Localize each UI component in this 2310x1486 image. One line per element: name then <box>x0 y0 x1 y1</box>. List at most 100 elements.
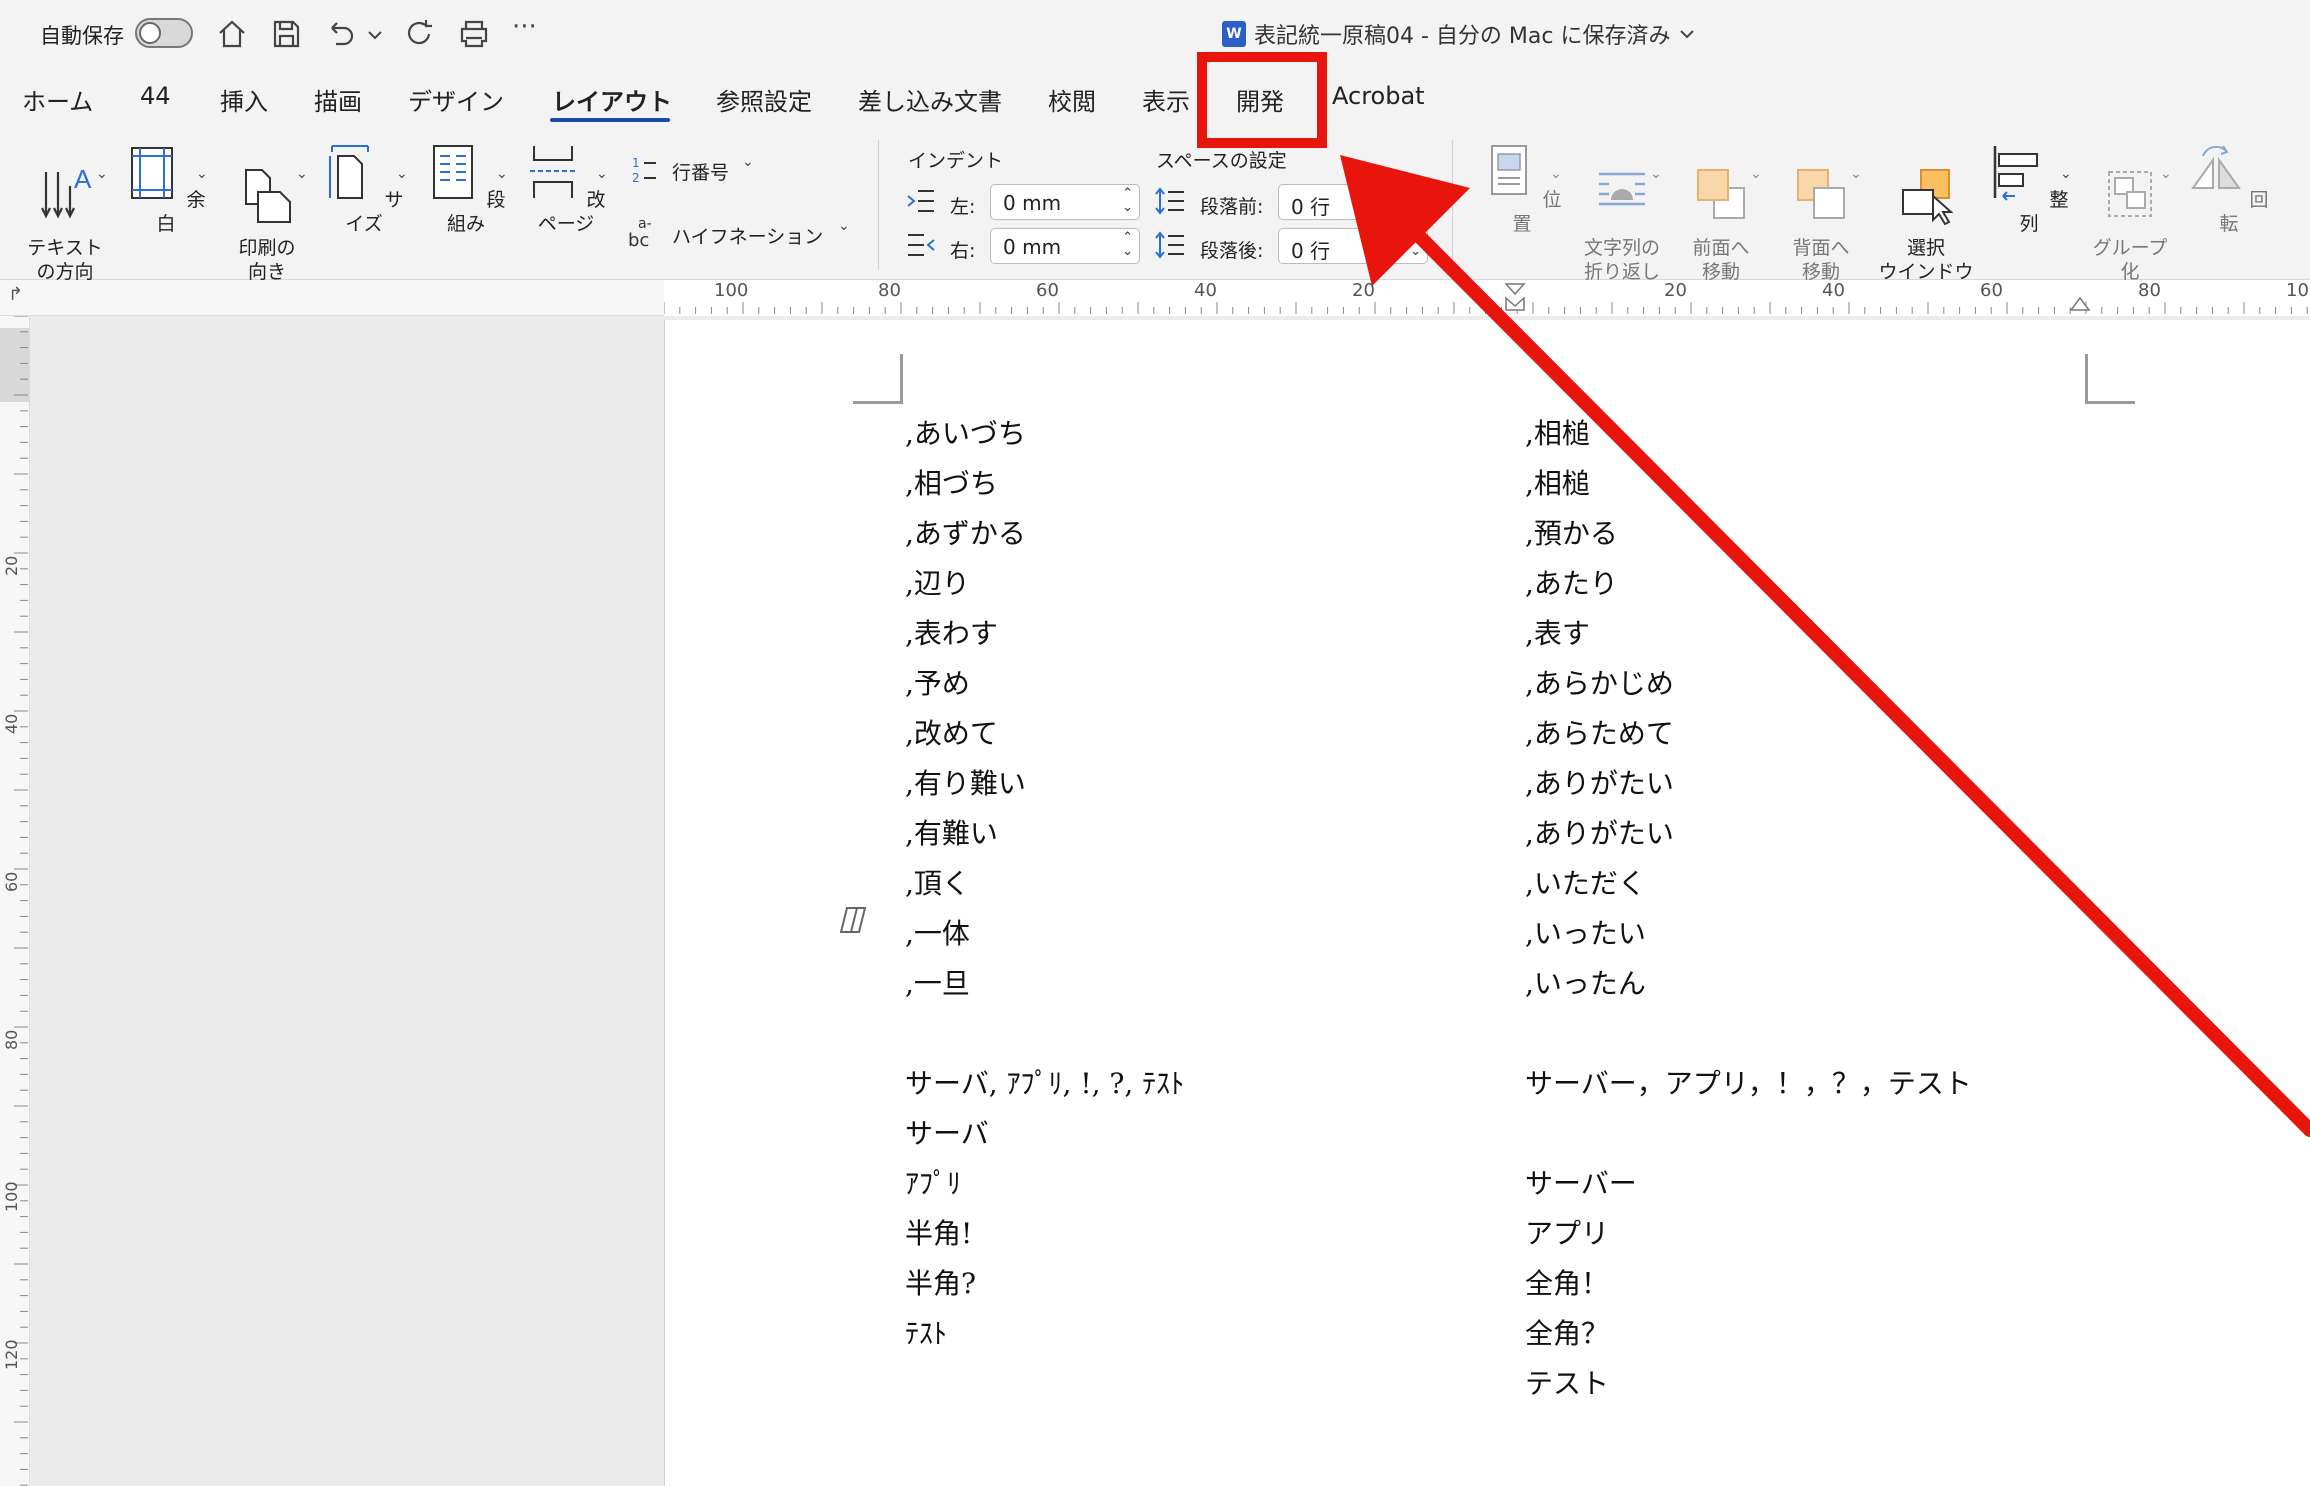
spinner-arrows-icon[interactable]: ⌃ ⌄ <box>1410 187 1421 215</box>
document-line[interactable]: アプリ <box>1525 1212 1609 1252</box>
document-line[interactable]: ｱﾌﾟﾘ <box>905 1162 961 1202</box>
rotate-button[interactable]: 回転 <box>2186 142 2272 236</box>
document-line[interactable]: ,いったん <box>1525 962 1646 1002</box>
tab-selector-icon[interactable]: ↱ <box>8 284 23 305</box>
spinner-arrows-icon[interactable]: ⌃ ⌄ <box>1122 187 1133 215</box>
indent-marker-icon[interactable] <box>1500 280 1530 316</box>
document-line[interactable]: サーバー，アプリ，！，？，テスト <box>1525 1062 1972 1102</box>
send-backward-button[interactable]: 背面へ 移動 <box>1776 142 1866 284</box>
document-page[interactable]: ,あいづち ,相づち ,あずかる ,辺り ,表わす ,予め ,改めて ,有り難い ,有難い ,頂く… <box>664 320 2310 1486</box>
chevron-down-icon[interactable]: ⌄ <box>1650 166 1662 182</box>
chevron-down-icon[interactable]: ⌄ <box>396 166 408 182</box>
document-line[interactable]: ,改めて <box>905 712 998 752</box>
selection-pane-button[interactable]: 選択 ウインドウ <box>1876 142 1976 284</box>
document-line[interactable]: ,預かる <box>1525 512 1618 552</box>
chevron-down-icon[interactable]: ⌄ <box>1850 166 1862 182</box>
spinner-arrows-icon[interactable]: ⌃ ⌄ <box>1122 231 1133 259</box>
chevron-down-icon[interactable]: ⌄ <box>838 218 850 234</box>
right-indent-marker-icon[interactable] <box>2068 290 2092 314</box>
document-line[interactable]: ,有難い <box>905 812 998 852</box>
chevron-down-icon[interactable]: ⌄ <box>2060 166 2072 182</box>
document-line[interactable]: ,有り難い <box>905 762 1026 802</box>
text-direction-button[interactable]: A テキスト の方向 <box>20 142 110 284</box>
document-line[interactable]: ,頂く <box>905 862 970 902</box>
document-line[interactable]: ,あたり <box>1525 562 1618 602</box>
chevron-down-icon[interactable]: ⌄ <box>496 166 508 182</box>
bring-forward-button[interactable]: 前面へ 移動 <box>1676 142 1766 284</box>
home-icon[interactable] <box>214 16 250 52</box>
copilot-icon[interactable] <box>837 904 869 936</box>
save-icon[interactable] <box>268 16 304 52</box>
spacing-before-input[interactable]: 0 行 ⌃ ⌄ <box>1278 184 1428 220</box>
print-icon[interactable] <box>456 16 492 52</box>
chevron-down-icon[interactable]: ⌄ <box>1550 166 1562 182</box>
tab-insert[interactable]: 挿入 <box>220 82 268 117</box>
group-button[interactable]: グループ 化 <box>2080 142 2180 284</box>
document-line[interactable]: 半角! <box>905 1212 972 1252</box>
document-line[interactable]: サーバー <box>1525 1162 1637 1202</box>
document-line[interactable]: ,あらためて <box>1525 712 1674 752</box>
breaks-button[interactable]: 改ページ <box>518 142 614 236</box>
indent-right-input[interactable]: 0 mm ⌃ ⌄ <box>990 228 1140 264</box>
document-line[interactable]: ,あずかる <box>905 512 1026 552</box>
document-line[interactable]: テスト <box>1525 1362 1609 1402</box>
more-icon[interactable]: ··· <box>512 12 537 42</box>
document-line[interactable]: ,相槌 <box>1525 462 1590 502</box>
document-line[interactable]: ,相づち <box>905 462 998 502</box>
tab-home[interactable]: ホーム <box>22 82 93 117</box>
wrap-text-button[interactable]: 文字列の 折り返し <box>1572 142 1672 284</box>
tab-mailings[interactable]: 差し込み文書 <box>858 82 1002 117</box>
tab-layout[interactable]: レイアウト <box>552 82 672 117</box>
document-line[interactable]: ,予め <box>905 662 970 702</box>
chevron-down-icon[interactable]: ⌄ <box>196 166 208 182</box>
tab-review[interactable]: 校閲 <box>1048 82 1096 117</box>
tab-acrobat[interactable]: Acrobat <box>1332 82 1425 110</box>
document-line[interactable]: サーバ, ｱﾌﾟﾘ, !, ?, ﾃｽﾄ <box>905 1062 1184 1102</box>
document-line[interactable]: ,いったい <box>1525 912 1646 952</box>
document-line[interactable]: ,ありがたい <box>1525 762 1674 802</box>
document-line[interactable]: ,表わす <box>905 612 998 652</box>
document-line[interactable]: ﾃｽﾄ <box>905 1312 947 1352</box>
document-title[interactable]: W 表記統一原稿04 - 自分の Mac に保存済み <box>1222 18 1696 50</box>
document-line[interactable]: ,一体 <box>905 912 970 952</box>
autosave-toggle[interactable] <box>135 18 193 48</box>
chevron-down-icon[interactable]: ⌄ <box>96 166 108 182</box>
spinner-arrows-icon[interactable]: ⌃ ⌄ <box>1410 231 1421 259</box>
document-line[interactable]: ,辺り <box>905 562 970 602</box>
undo-dropdown-icon[interactable] <box>364 16 386 52</box>
margins-button[interactable]: 余白 <box>126 142 206 236</box>
document-line[interactable]: ,あらかじめ <box>1525 662 1674 702</box>
position-button[interactable]: 位置 <box>1480 142 1564 236</box>
document-line[interactable]: 全角？ <box>1525 1312 1609 1352</box>
line-numbers-button[interactable]: 行番号 <box>672 158 729 185</box>
vertical-ruler[interactable]: 20 40 60 80 100 120 <box>0 316 30 1486</box>
document-line[interactable]: ,表す <box>1525 612 1590 652</box>
spacing-after-input[interactable]: 0 行 ⌃ ⌄ <box>1278 228 1428 264</box>
size-button[interactable]: サイズ <box>324 142 404 236</box>
chevron-down-icon[interactable]: ⌄ <box>2160 166 2172 182</box>
tab-draw[interactable]: 描画 <box>314 82 362 117</box>
tab-view[interactable]: 表示 <box>1142 82 1190 117</box>
align-button[interactable]: 整列 <box>1986 142 2072 236</box>
orientation-button[interactable]: 印刷の 向き <box>222 142 312 284</box>
chevron-down-icon[interactable]: ⌄ <box>596 166 608 182</box>
tab-design[interactable]: デザイン <box>408 82 504 117</box>
document-line[interactable]: ,相槌 <box>1525 412 1590 452</box>
document-line[interactable]: ,あいづち <box>905 412 1026 452</box>
redo-icon[interactable] <box>402 16 438 52</box>
document-line[interactable]: ,一旦 <box>905 962 970 1002</box>
chevron-down-icon[interactable]: ⌄ <box>1750 166 1762 182</box>
tab-references[interactable]: 参照設定 <box>716 82 812 117</box>
hyphenation-button[interactable]: ハイフネーション <box>672 222 823 249</box>
document-line[interactable]: 半角? <box>905 1262 976 1302</box>
columns-button[interactable]: 段組み <box>426 142 506 236</box>
undo-icon[interactable] <box>322 16 358 52</box>
chevron-down-icon[interactable]: ⌄ <box>296 166 308 182</box>
indent-left-input[interactable]: 0 mm ⌃ ⌄ <box>990 184 1140 220</box>
tab-44[interactable]: 44 <box>140 82 171 110</box>
document-line[interactable]: 全角！ <box>1525 1262 1609 1302</box>
document-line[interactable]: ,いただく <box>1525 862 1646 902</box>
chevron-down-icon[interactable]: ⌄ <box>742 154 754 170</box>
document-line[interactable]: サーバ <box>905 1112 989 1152</box>
horizontal-ruler[interactable]: ↱ 100 80 60 40 20 20 40 60 80 10 <box>0 280 2310 316</box>
